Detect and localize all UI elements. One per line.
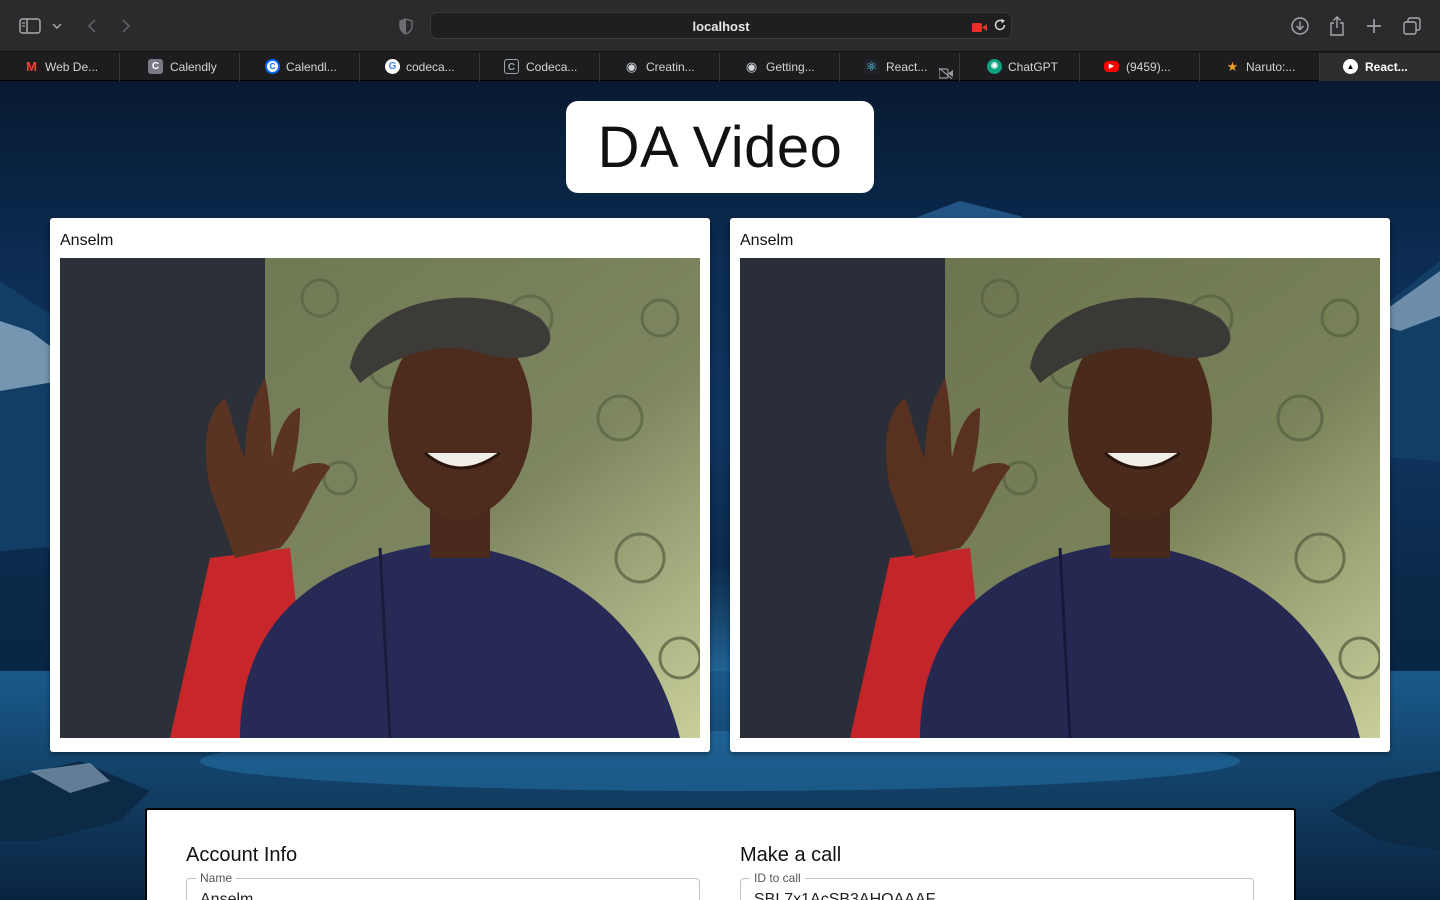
app-title-card: DA Video	[566, 101, 874, 193]
back-arrow-icon[interactable]	[78, 12, 106, 40]
page-viewport: DA Video Anselm Anselm Account Info Name…	[0, 81, 1440, 900]
tab-label: (9459)...	[1126, 60, 1171, 74]
chatgpt-icon: ✺	[987, 59, 1002, 74]
tab-label: ChatGPT	[1008, 60, 1059, 74]
tab-getting[interactable]: ◉ Getting...	[720, 53, 840, 81]
address-bar[interactable]: localhost	[430, 12, 1012, 39]
tab-label: Calendl...	[286, 60, 337, 74]
tab-label: codeca...	[406, 60, 455, 74]
tab-chatgpt[interactable]: ✺ ChatGPT	[960, 53, 1080, 81]
calendly-icon: C	[265, 59, 280, 74]
camera-muted-icon[interactable]	[938, 61, 954, 81]
nextjs-icon: ▲	[1343, 59, 1358, 74]
id-to-call-field[interactable]: ID to call	[740, 871, 1254, 900]
url-text: localhost	[692, 19, 750, 34]
tab-label: Naruto:...	[1246, 60, 1296, 74]
my-video-card: Anselm	[50, 218, 710, 752]
calendly-c-icon: C	[148, 59, 163, 74]
chevron-down-icon[interactable]	[46, 12, 68, 40]
user-video-name: Anselm	[740, 232, 794, 249]
tab-react-active[interactable]: ▲ React...	[1320, 53, 1440, 81]
downloads-icon[interactable]	[1286, 12, 1314, 40]
tab-label: Codeca...	[526, 60, 578, 74]
make-call-heading: Make a call	[740, 844, 842, 866]
tab-codecademy[interactable]: C Codeca...	[480, 53, 600, 81]
name-field-label: Name	[196, 871, 237, 885]
github-copilot-icon: ◉	[625, 59, 638, 74]
tab-youtube[interactable]: ▶ (9459)...	[1080, 53, 1200, 81]
reload-icon[interactable]	[993, 18, 1007, 37]
app-title: DA Video	[597, 114, 843, 180]
webcam-image	[740, 258, 1380, 738]
forward-arrow-icon[interactable]	[112, 12, 140, 40]
share-icon[interactable]	[1323, 12, 1351, 40]
account-info-heading: Account Info	[186, 844, 298, 866]
github-copilot-icon: ◉	[745, 59, 758, 74]
tab-label: React...	[886, 60, 928, 74]
name-input[interactable]	[200, 891, 680, 900]
id-to-call-input[interactable]	[754, 891, 1234, 900]
youtube-icon: ▶	[1104, 61, 1119, 72]
tab-label: Creatin...	[646, 60, 695, 74]
new-tab-plus-icon[interactable]	[1360, 12, 1388, 40]
privacy-shield-icon[interactable]	[392, 12, 420, 40]
google-icon: G	[385, 59, 400, 74]
webcam-image	[60, 258, 700, 738]
tab-calendly[interactable]: C Calendly	[120, 53, 240, 81]
id-to-call-label: ID to call	[750, 871, 805, 885]
tab-label: Getting...	[766, 60, 815, 74]
tab-naruto[interactable]: ★ Naruto:...	[1200, 53, 1320, 81]
name-field[interactable]: Name	[186, 871, 700, 900]
tab-label: Web De...	[45, 60, 99, 74]
react-icon: ⚛	[864, 59, 879, 74]
tab-web-dev[interactable]: M Web De...	[0, 53, 120, 81]
my-video-stream	[60, 258, 700, 738]
codecademy-icon: C	[504, 59, 519, 74]
camera-in-use-icon[interactable]	[972, 20, 988, 38]
tab-label: Calendly	[170, 60, 217, 74]
tab-strip: M Web De... C Calendly C Calendl... G co…	[0, 53, 1440, 81]
gmail-icon: M	[26, 59, 37, 74]
user-video-card: Anselm	[730, 218, 1390, 752]
tab-google-codecademy[interactable]: G codeca...	[360, 53, 480, 81]
tab-creating[interactable]: ◉ Creatin...	[600, 53, 720, 81]
naruto-icon: ★	[1226, 59, 1239, 74]
sidebar-toggle-icon[interactable]	[16, 12, 44, 40]
tab-calendly-2[interactable]: C Calendl...	[240, 53, 360, 81]
user-video-stream	[740, 258, 1380, 738]
my-video-name: Anselm	[60, 232, 114, 249]
tab-overview-icon[interactable]	[1398, 12, 1426, 40]
tab-react[interactable]: ⚛ React...	[840, 53, 960, 81]
tab-label: React...	[1365, 60, 1408, 74]
browser-toolbar: localhost	[0, 0, 1440, 52]
options-panel: Account Info Name Make a call ID to call	[145, 808, 1296, 900]
